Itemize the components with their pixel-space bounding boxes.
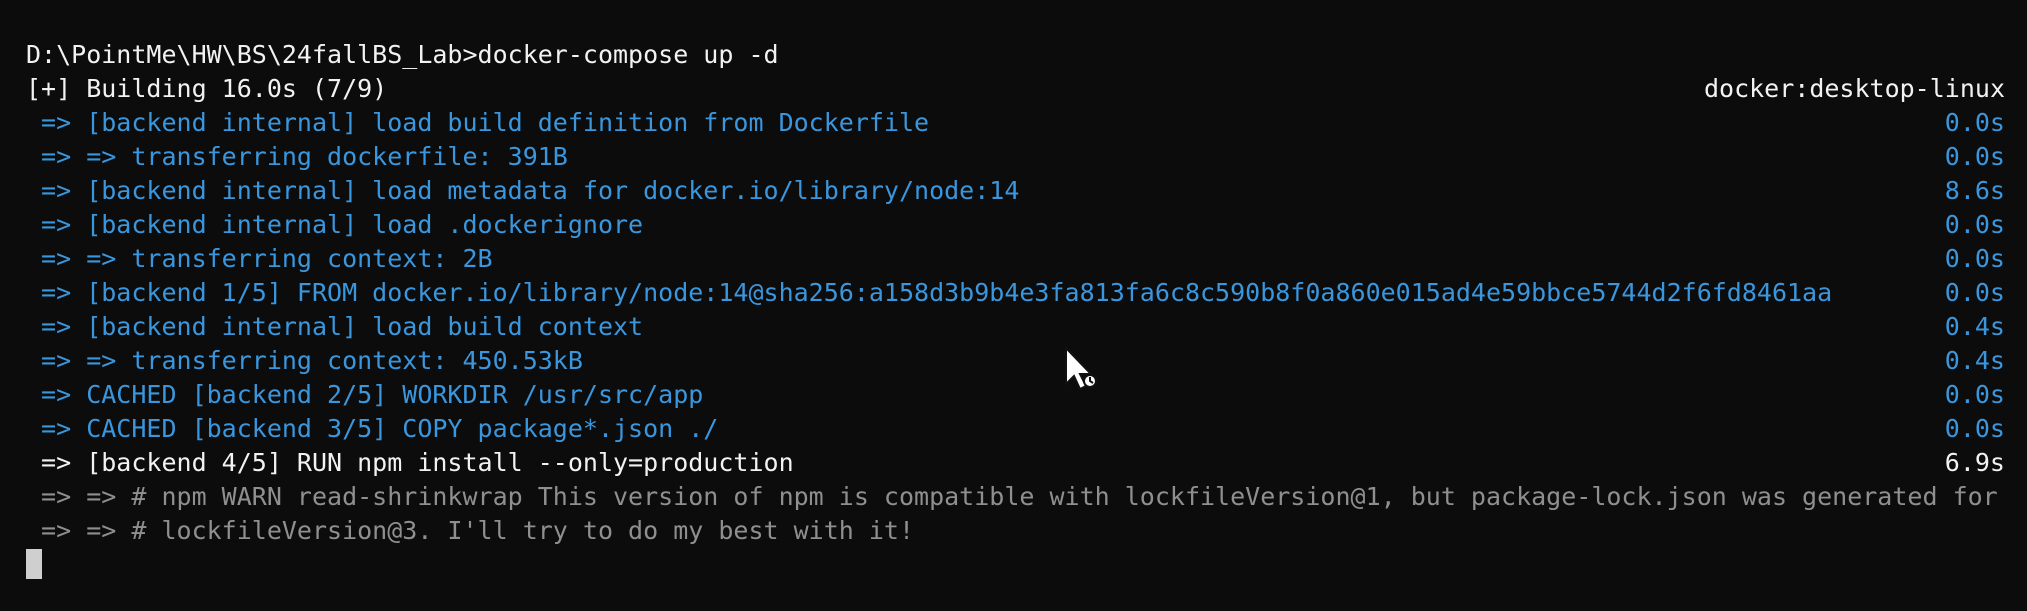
npm-warning-line: => => # lockfileVersion@3. I'll try to d…: [26, 514, 2005, 548]
build-step-text: => => transferring context: 450.53kB: [26, 346, 583, 375]
build-step-text: => [backend internal] load .dockerignore: [26, 210, 644, 239]
npm-warning-text: => => # lockfileVersion@3. I'll try to d…: [26, 516, 915, 545]
build-step-duration: 0.0s: [1944, 142, 2005, 171]
terminal-window[interactable]: ... D:\PointMe\HW\BS\24fallBS_Lab>docker…: [0, 0, 2027, 611]
build-step-line: => [backend internal] load build definit…: [26, 106, 2005, 140]
build-step-line: => CACHED [backend 2/5] WORKDIR /usr/src…: [26, 378, 2005, 412]
build-step-text: => [backend internal] load metadata for …: [26, 176, 1020, 205]
command-text: D:\PointMe\HW\BS\24fallBS_Lab>docker-com…: [26, 40, 779, 69]
build-step-duration: 0.0s: [1944, 108, 2005, 137]
active-build-step-line: => [backend 4/5] RUN npm install --only=…: [26, 446, 2005, 480]
previous-output-line: ...: [26, 0, 131, 6]
build-step-text: => => transferring dockerfile: 391B: [26, 142, 568, 171]
build-step-text: => [backend 1/5] FROM docker.io/library/…: [26, 278, 1833, 307]
terminal-output: D:\PointMe\HW\BS\24fallBS_Lab>docker-com…: [26, 38, 2005, 548]
build-step-duration: 0.0s: [1944, 278, 2005, 307]
build-step-line: => CACHED [backend 3/5] COPY package*.js…: [26, 412, 2005, 446]
build-step-text: => [backend internal] load build definit…: [26, 108, 930, 137]
mouse-pointer-icon: [1065, 346, 1097, 391]
build-step-duration: 0.0s: [1944, 380, 2005, 409]
build-step-line: => [backend internal] load build context…: [26, 310, 2005, 344]
build-step-duration: 0.4s: [1944, 312, 2005, 341]
active-build-step-text: => [backend 4/5] RUN npm install --only=…: [26, 448, 794, 477]
build-step-line: => [backend 1/5] FROM docker.io/library/…: [26, 276, 2005, 310]
command-line: D:\PointMe\HW\BS\24fallBS_Lab>docker-com…: [26, 38, 2005, 72]
build-step-text: => [backend internal] load build context: [26, 312, 644, 341]
build-step-line: => => transferring context: 2B 0.0s: [26, 242, 2005, 276]
build-step-duration: 0.0s: [1944, 210, 2005, 239]
build-step-line: => => transferring context: 450.53kB 0.4…: [26, 344, 2005, 378]
build-step-duration: 0.0s: [1944, 244, 2005, 273]
build-step-text: => CACHED [backend 3/5] COPY package*.js…: [26, 414, 719, 443]
npm-warning-line: => => # npm WARN read-shrinkwrap This ve…: [26, 480, 2005, 514]
build-step-text: => => transferring context: 2B: [26, 244, 493, 273]
build-status-text: [+] Building 16.0s (7/9): [26, 74, 388, 103]
build-step-duration: 0.0s: [1944, 414, 2005, 443]
build-step-duration: 8.6s: [1944, 176, 2005, 205]
npm-warning-text: => => # npm WARN read-shrinkwrap This ve…: [26, 482, 1998, 511]
build-step-line: => => transferring dockerfile: 391B 0.0s: [26, 140, 2005, 174]
active-build-step-duration: 6.9s: [1944, 448, 2005, 477]
build-status-line: [+] Building 16.0s (7/9) docker:desktop-…: [26, 72, 2005, 106]
build-step-line: => [backend internal] load metadata for …: [26, 174, 2005, 208]
docker-context-label: docker:desktop-linux: [1703, 74, 2005, 103]
build-step-line: => [backend internal] load .dockerignore…: [26, 208, 2005, 242]
build-step-text: => CACHED [backend 2/5] WORKDIR /usr/src…: [26, 380, 704, 409]
build-step-duration: 0.4s: [1944, 346, 2005, 375]
text-cursor-block: [26, 549, 42, 579]
